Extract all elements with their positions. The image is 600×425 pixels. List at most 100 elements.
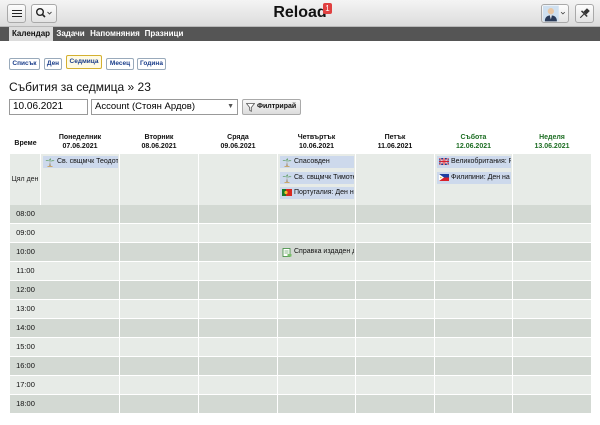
time-slot[interactable] bbox=[120, 243, 198, 261]
time-slot[interactable] bbox=[435, 376, 512, 394]
search-dropdown-button[interactable] bbox=[31, 4, 57, 23]
all-day-event[interactable]: Португалия: Ден на Португалия bbox=[280, 187, 354, 199]
time-slot[interactable] bbox=[199, 224, 277, 242]
time-slot[interactable] bbox=[435, 319, 512, 337]
time-slot[interactable] bbox=[513, 243, 591, 261]
time-slot[interactable] bbox=[356, 395, 434, 413]
time-slot[interactable] bbox=[513, 338, 591, 356]
time-slot[interactable] bbox=[199, 319, 277, 337]
time-slot[interactable] bbox=[41, 205, 119, 223]
time-slot[interactable] bbox=[356, 281, 434, 299]
time-slot[interactable] bbox=[278, 205, 355, 223]
time-slot[interactable] bbox=[41, 300, 119, 318]
time-slot[interactable] bbox=[356, 357, 434, 375]
all-day-event[interactable]: Великобритания: Рожден ден на кралицата bbox=[437, 156, 511, 168]
time-slot[interactable] bbox=[120, 205, 198, 223]
time-slot[interactable] bbox=[435, 224, 512, 242]
notification-badge[interactable]: 1 bbox=[323, 3, 332, 14]
time-slot[interactable] bbox=[199, 395, 277, 413]
time-slot[interactable] bbox=[41, 395, 119, 413]
all-day-event[interactable]: Филипини: Ден на независимостта bbox=[437, 171, 511, 184]
time-slot[interactable] bbox=[120, 395, 198, 413]
time-slot[interactable] bbox=[513, 281, 591, 299]
time-slot[interactable] bbox=[356, 243, 434, 261]
time-slot[interactable] bbox=[120, 262, 198, 280]
tab-calendar[interactable]: Календар bbox=[9, 27, 53, 41]
all-day-event[interactable]: Св. свщмчк Теодот bbox=[43, 156, 118, 168]
tab-tasks[interactable]: Задачи bbox=[54, 27, 87, 41]
time-slot[interactable] bbox=[356, 224, 434, 242]
all-day-event[interactable]: Св. свщмчк Тимотей bbox=[280, 171, 354, 184]
timed-event[interactable]: Справка издаден документ bbox=[280, 246, 354, 258]
view-day-button[interactable]: Ден bbox=[44, 58, 62, 70]
time-slot[interactable] bbox=[278, 224, 355, 242]
time-slot[interactable] bbox=[435, 243, 512, 261]
all-day-cell[interactable] bbox=[356, 154, 434, 205]
view-week-button[interactable]: Седмица bbox=[66, 55, 102, 69]
all-day-cell[interactable] bbox=[120, 154, 198, 205]
time-slot[interactable] bbox=[199, 262, 277, 280]
menu-button[interactable] bbox=[7, 4, 26, 23]
time-slot[interactable] bbox=[199, 205, 277, 223]
time-slot[interactable] bbox=[513, 319, 591, 337]
date-field[interactable]: 10.06.2021 bbox=[9, 99, 88, 115]
time-slot[interactable] bbox=[513, 376, 591, 394]
user-menu-button[interactable] bbox=[541, 4, 569, 23]
time-slot[interactable] bbox=[199, 281, 277, 299]
time-slot[interactable] bbox=[435, 357, 512, 375]
view-list-button[interactable]: Списък bbox=[9, 58, 40, 70]
account-select[interactable]: Account (Стоян Ардов) ▼ bbox=[91, 99, 238, 115]
time-slot[interactable] bbox=[41, 281, 119, 299]
time-slot[interactable] bbox=[278, 376, 355, 394]
all-day-event[interactable]: Спасовден bbox=[280, 156, 354, 168]
time-slot[interactable] bbox=[435, 262, 512, 280]
time-slot[interactable] bbox=[278, 262, 355, 280]
pin-button[interactable] bbox=[575, 4, 594, 23]
time-slot[interactable] bbox=[199, 243, 277, 261]
time-slot[interactable] bbox=[120, 338, 198, 356]
time-slot[interactable] bbox=[120, 319, 198, 337]
time-slot[interactable] bbox=[41, 243, 119, 261]
time-slot[interactable] bbox=[41, 319, 119, 337]
all-day-cell[interactable] bbox=[199, 154, 277, 205]
tab-holidays[interactable]: Празници bbox=[143, 27, 185, 41]
view-year-button[interactable]: Година bbox=[137, 58, 166, 70]
time-slot[interactable] bbox=[278, 300, 355, 318]
time-slot[interactable] bbox=[199, 338, 277, 356]
filter-button[interactable]: Филтрирай bbox=[242, 99, 301, 115]
time-slot[interactable] bbox=[513, 357, 591, 375]
time-slot[interactable] bbox=[120, 376, 198, 394]
time-slot[interactable] bbox=[435, 205, 512, 223]
time-slot[interactable] bbox=[513, 395, 591, 413]
time-slot[interactable] bbox=[41, 338, 119, 356]
time-slot[interactable] bbox=[41, 262, 119, 280]
time-slot[interactable] bbox=[120, 281, 198, 299]
time-slot[interactable] bbox=[278, 395, 355, 413]
time-slot[interactable] bbox=[356, 205, 434, 223]
time-slot[interactable] bbox=[435, 395, 512, 413]
time-slot[interactable] bbox=[356, 262, 434, 280]
all-day-cell[interactable] bbox=[513, 154, 591, 205]
time-slot[interactable] bbox=[356, 338, 434, 356]
time-slot[interactable] bbox=[41, 357, 119, 375]
time-slot[interactable] bbox=[278, 357, 355, 375]
time-slot[interactable] bbox=[278, 319, 355, 337]
time-slot[interactable] bbox=[41, 376, 119, 394]
time-slot[interactable] bbox=[278, 281, 355, 299]
time-slot[interactable] bbox=[435, 300, 512, 318]
time-slot[interactable] bbox=[120, 224, 198, 242]
time-slot[interactable] bbox=[120, 357, 198, 375]
time-slot[interactable] bbox=[199, 357, 277, 375]
time-slot[interactable] bbox=[513, 205, 591, 223]
time-slot[interactable] bbox=[120, 300, 198, 318]
view-month-button[interactable]: Месец bbox=[106, 58, 134, 70]
time-slot[interactable] bbox=[41, 224, 119, 242]
time-slot[interactable] bbox=[513, 224, 591, 242]
time-slot[interactable] bbox=[513, 262, 591, 280]
time-slot[interactable] bbox=[513, 300, 591, 318]
time-slot[interactable] bbox=[278, 338, 355, 356]
time-slot[interactable] bbox=[356, 300, 434, 318]
tab-reminders[interactable]: Напомняния bbox=[88, 27, 142, 41]
time-slot[interactable] bbox=[435, 281, 512, 299]
time-slot[interactable] bbox=[435, 338, 512, 356]
